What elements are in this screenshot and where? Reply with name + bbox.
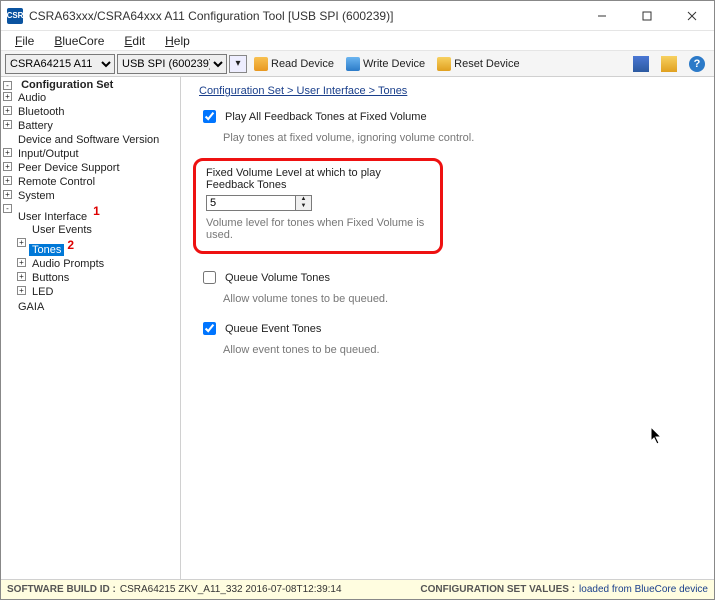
fixed-volume-input[interactable] <box>206 195 296 211</box>
tree-item-peer-device-support[interactable]: +Peer Device Support <box>15 161 180 175</box>
tree-item-bluetooth[interactable]: +Bluetooth <box>15 105 180 119</box>
play-all-label[interactable]: Play All Feedback Tones at Fixed Volume <box>225 111 427 123</box>
menu-file[interactable]: File <box>7 32 42 50</box>
statusbar: SOFTWARE BUILD ID : CSRA64215 ZKV_A11_33… <box>1 579 714 599</box>
fixed-volume-label: Fixed Volume Level at which to play Feed… <box>206 167 430 191</box>
tree-item-device-and-software-version[interactable]: Device and Software Version <box>15 133 180 147</box>
queue-volume-row: Queue Volume Tones <box>199 268 696 287</box>
fixed-volume-group: Fixed Volume Level at which to play Feed… <box>193 158 443 254</box>
status-build-label: SOFTWARE BUILD ID : <box>7 584 116 595</box>
reset-device-button[interactable]: Reset Device <box>432 53 524 75</box>
maximize-button[interactable] <box>624 1 669 31</box>
save-button[interactable] <box>628 53 654 75</box>
queue-event-desc: Allow event tones to be queued. <box>223 344 696 356</box>
window-title: CSRA63xxx/CSRA64xxx A11 Configuration To… <box>29 9 579 23</box>
connection-button[interactable]: ▾ <box>229 55 247 73</box>
breadcrumb[interactable]: Configuration Set > User Interface > Ton… <box>199 85 696 97</box>
read-device-button[interactable]: Read Device <box>249 53 339 75</box>
tree-item-input-output[interactable]: +Input/Output <box>15 147 180 161</box>
menu-help[interactable]: Help <box>157 32 198 50</box>
tree-item-user-interface[interactable]: -User Interface1User Events+Tones2+Audio… <box>15 203 180 300</box>
status-build-value: CSRA64215 ZKV_A11_332 2016-07-08T12:39:1… <box>120 584 342 595</box>
mouse-cursor-icon <box>651 427 665 447</box>
tree-item-buttons[interactable]: +Buttons <box>29 271 180 285</box>
menu-edit[interactable]: Edit <box>116 32 153 50</box>
fixed-volume-desc: Volume level for tones when Fixed Volume… <box>206 217 430 241</box>
status-config-label: CONFIGURATION SET VALUES : <box>420 584 575 595</box>
close-button[interactable] <box>669 1 714 31</box>
queue-volume-label[interactable]: Queue Volume Tones <box>225 272 330 284</box>
app-icon: CSR <box>7 8 23 24</box>
queue-volume-desc: Allow volume tones to be queued. <box>223 293 696 305</box>
write-icon <box>346 57 360 71</box>
tree-item-tones[interactable]: +Tones2 <box>29 237 180 258</box>
help-icon: ? <box>689 56 705 72</box>
volume-spinner[interactable]: ▲▼ <box>296 195 312 211</box>
tree-item-battery[interactable]: +Battery <box>15 119 180 133</box>
toolbar: CSRA64215 A11 USB SPI (600239) ▾ Read De… <box>1 51 714 77</box>
tree-item-gaia[interactable]: GAIA <box>15 300 180 314</box>
save-icon <box>633 56 649 72</box>
status-config-value: loaded from BlueCore device <box>579 584 708 595</box>
device-combo[interactable]: CSRA64215 A11 <box>5 54 115 74</box>
menu-bluecore[interactable]: BlueCore <box>46 32 112 50</box>
queue-event-row: Queue Event Tones <box>199 319 696 338</box>
tree-item-led[interactable]: +LED <box>29 285 180 299</box>
content-pane: Configuration Set > User Interface > Ton… <box>181 77 714 579</box>
titlebar: CSR CSRA63xxx/CSRA64xxx A11 Configuratio… <box>1 1 714 31</box>
play-all-checkbox[interactable] <box>203 110 216 123</box>
tree-item-user-events[interactable]: User Events <box>29 223 180 237</box>
play-all-row: Play All Feedback Tones at Fixed Volume <box>199 107 696 126</box>
open-icon <box>661 56 677 72</box>
queue-volume-checkbox[interactable] <box>203 271 216 284</box>
open-button[interactable] <box>656 53 682 75</box>
write-device-button[interactable]: Write Device <box>341 53 430 75</box>
tree-item-audio-prompts[interactable]: +Audio Prompts <box>29 257 180 271</box>
reset-icon <box>437 57 451 71</box>
play-all-desc: Play tones at fixed volume, ignoring vol… <box>223 132 696 144</box>
connection-combo[interactable]: USB SPI (600239) <box>117 54 227 74</box>
tree-item-audio[interactable]: +Audio <box>15 91 180 105</box>
read-icon <box>254 57 268 71</box>
queue-event-label[interactable]: Queue Event Tones <box>225 323 321 335</box>
help-button[interactable]: ? <box>684 53 710 75</box>
tree-item-system[interactable]: +System <box>15 189 180 203</box>
menubar: File BlueCore Edit Help <box>1 31 714 51</box>
queue-event-checkbox[interactable] <box>203 322 216 335</box>
tree-item-remote-control[interactable]: +Remote Control <box>15 175 180 189</box>
minimize-button[interactable] <box>579 1 624 31</box>
navigation-tree[interactable]: - Configuration Set +Audio+Bluetooth+Bat… <box>1 77 181 579</box>
